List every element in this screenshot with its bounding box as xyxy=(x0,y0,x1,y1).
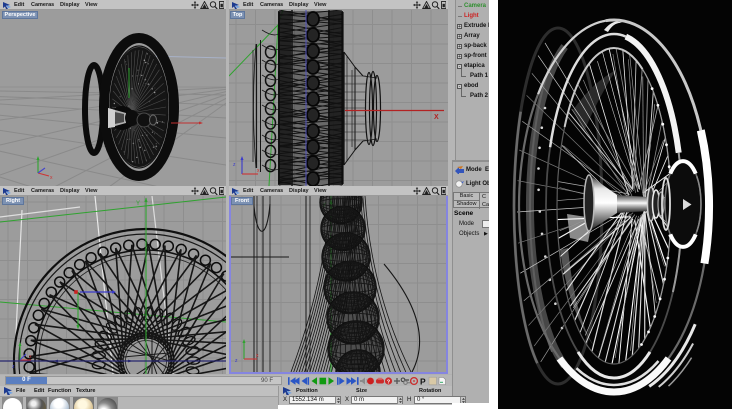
svg-text:x: x xyxy=(257,168,260,174)
svg-text:P: P xyxy=(420,376,426,386)
svg-text:Y: Y xyxy=(136,201,140,207)
svg-text:X: X xyxy=(434,114,439,121)
svg-text:x: x xyxy=(50,175,53,181)
svg-text:x: x xyxy=(256,353,259,359)
